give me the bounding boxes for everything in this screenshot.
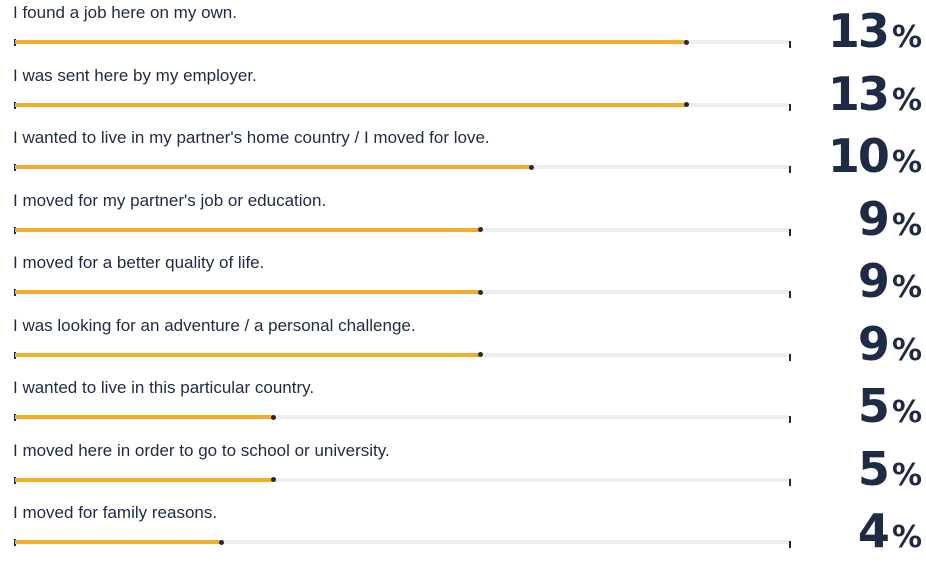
value-label: 9% [858, 256, 922, 313]
bar [15, 227, 480, 232]
bar [15, 40, 687, 44]
chart: I found a job here on my own. 13% I was se… [0, 0, 926, 556]
percent-sign: % [891, 457, 922, 493]
bar [15, 102, 687, 107]
category-label: I moved for family reasons. [13, 503, 218, 522]
bar [15, 165, 532, 169]
category-label: I moved for my partner's job or educatio… [13, 190, 327, 210]
bar-row: I was sent here by my employer. 13% [0, 65, 926, 127]
value-number: 9 [857, 316, 890, 371]
percent-sign: % [891, 82, 922, 118]
category-label: I wanted to live in my partner's home co… [13, 128, 490, 147]
value-label: 5% [858, 381, 922, 438]
bar [15, 477, 274, 482]
value-number: 13 [827, 4, 890, 58]
value-label: 5% [858, 444, 922, 501]
bar-end-marker [684, 39, 690, 45]
percent-sign: % [891, 270, 922, 305]
category-label: I wanted to live in this particular coun… [13, 378, 315, 397]
bar-end-marker [529, 164, 535, 170]
axis-end-tick [789, 291, 791, 298]
bar-end-marker [477, 227, 483, 232]
value-number: 5 [857, 441, 890, 496]
axis-end-tick [789, 228, 791, 236]
category-label: I moved for a better quality of life. [13, 253, 265, 272]
category-label: I found a job here on my own. [13, 3, 237, 22]
bar-end-marker [477, 352, 483, 357]
bar-row: I wanted to live in my partner's home co… [0, 127, 926, 189]
axis-end-tick [789, 103, 791, 111]
bar [15, 540, 222, 544]
value-number: 9 [857, 254, 890, 308]
bar [15, 352, 480, 357]
value-label: 9% [858, 194, 922, 251]
value-label: 4% [858, 506, 922, 563]
bar-row: I wanted to live in this particular coun… [0, 377, 926, 439]
value-label: 9% [858, 319, 922, 376]
bar-row: I found a job here on my own. 13% [0, 2, 926, 64]
bar-row: I moved for my partner's job or educatio… [0, 190, 926, 252]
value-number: 5 [857, 379, 890, 433]
value-number: 13 [827, 66, 890, 121]
value-label: 10% [828, 131, 922, 188]
bar-end-marker [477, 289, 483, 295]
axis-end-tick [789, 416, 791, 423]
axis-end-tick [789, 478, 791, 486]
category-label: I was looking for an adventure / a perso… [13, 315, 416, 335]
bar-end-marker [270, 477, 276, 482]
bar-row: I moved for family reasons. 4% [0, 502, 926, 564]
value-number: 9 [857, 191, 890, 246]
percent-sign: % [891, 332, 922, 368]
bar-row: I moved here in order to go to school or… [0, 440, 926, 502]
bar-end-marker [219, 539, 225, 545]
bar-row: I moved for a better quality of life. 9% [0, 252, 926, 314]
percent-sign: % [891, 395, 922, 430]
bar [15, 290, 480, 294]
value-number: 4 [857, 504, 890, 558]
percent-sign: % [891, 20, 922, 55]
value-label: 13% [828, 69, 922, 126]
axis-end-tick [789, 41, 791, 48]
bar-end-marker [270, 414, 276, 420]
axis-end-tick [789, 353, 791, 361]
bar-row: I was looking for an adventure / a perso… [0, 315, 926, 377]
axis-end-tick [789, 166, 791, 173]
percent-sign: % [891, 520, 922, 555]
value-label: 13% [828, 6, 922, 63]
bar [15, 415, 274, 419]
percent-sign: % [891, 207, 922, 243]
category-label: I was sent here by my employer. [13, 65, 257, 85]
category-label: I moved here in order to go to school or… [13, 440, 390, 460]
value-number: 10 [827, 129, 890, 183]
percent-sign: % [891, 145, 922, 180]
